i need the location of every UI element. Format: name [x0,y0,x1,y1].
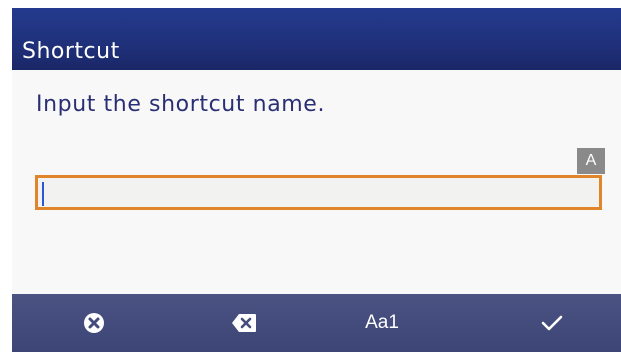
text-caret [42,182,44,206]
checkmark-icon [541,314,563,332]
page-title: Shortcut [22,39,120,64]
character-mode-button[interactable]: Aa1 [322,294,442,352]
backspace-button[interactable] [184,294,304,352]
dialog-content: Input the shortcut name. A [12,70,621,294]
title-bar: Shortcut [12,8,621,70]
shortcut-name-input[interactable] [35,175,602,210]
ok-button[interactable] [492,294,612,352]
shortcut-screen: Shortcut Input the shortcut name. A Aa1 [12,8,621,352]
backspace-icon [231,313,257,333]
bottom-toolbar: Aa1 [12,294,621,352]
input-mode-badge: A [577,148,605,174]
cancel-button[interactable] [34,294,154,352]
input-prompt: Input the shortcut name. [36,92,326,117]
character-mode-label: Aa1 [365,312,399,333]
cancel-circle-x-icon [83,312,105,334]
